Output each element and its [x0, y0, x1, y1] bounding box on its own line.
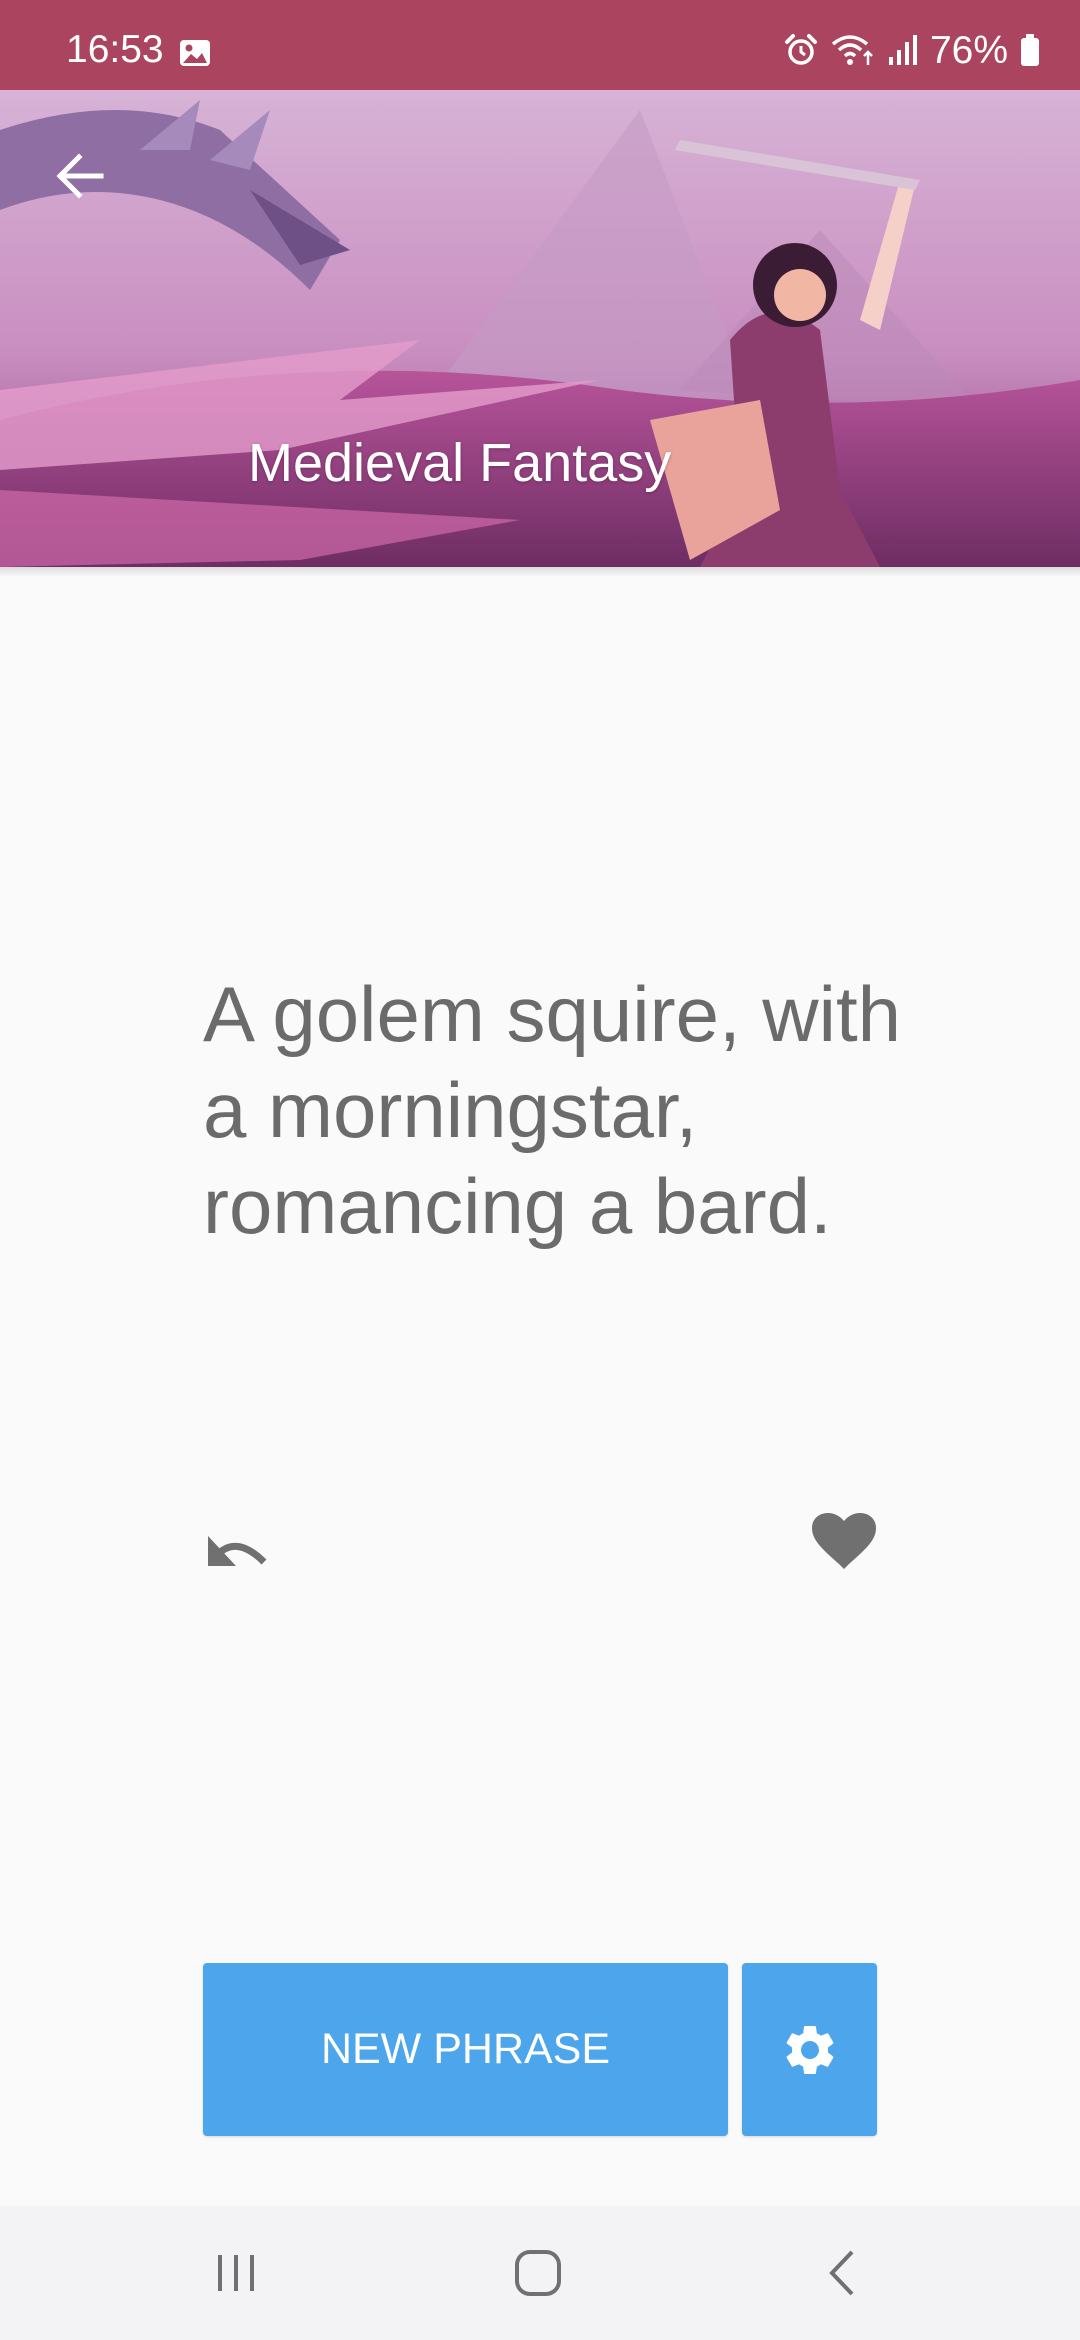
nav-recents-button[interactable] — [201, 2243, 271, 2303]
generated-phrase: A golem squire, with a morningstar, roma… — [203, 970, 902, 1250]
battery-icon — [1021, 34, 1039, 66]
system-nav-bar — [0, 2206, 1080, 2340]
header-illustration — [0, 90, 1080, 567]
status-time: 16:53 — [66, 28, 164, 71]
undo-icon — [208, 1536, 267, 1566]
nav-back-button[interactable] — [806, 2243, 876, 2303]
chevron-left-icon — [829, 2250, 854, 2296]
signal-icon — [888, 35, 917, 65]
header-banner: Medieval Fantasy — [0, 90, 1080, 567]
alarm-icon — [784, 34, 817, 65]
favorite-button[interactable] — [808, 1506, 880, 1578]
status-bar: 16:53 76% — [0, 0, 1080, 90]
category-title: Medieval Fantasy — [248, 433, 672, 493]
recents-icon — [218, 2255, 254, 2291]
nav-home-button[interactable] — [503, 2243, 573, 2303]
new-phrase-button[interactable]: NEW PHRASE — [203, 1963, 728, 2136]
header-shadow — [0, 567, 1080, 577]
back-button[interactable] — [40, 136, 120, 216]
heart-icon — [812, 1513, 876, 1569]
arrow-left-icon — [56, 153, 104, 199]
wifi-icon — [831, 35, 873, 65]
battery-percentage: 76% — [929, 28, 1008, 72]
gear-icon — [786, 2025, 833, 2074]
gallery-notification-icon — [180, 40, 210, 66]
home-icon — [515, 2250, 561, 2296]
status-icons: 76% — [784, 30, 1040, 70]
undo-button[interactable] — [200, 1510, 276, 1586]
settings-button[interactable] — [742, 1963, 877, 2136]
new-phrase-label: NEW PHRASE — [320, 2025, 611, 2073]
